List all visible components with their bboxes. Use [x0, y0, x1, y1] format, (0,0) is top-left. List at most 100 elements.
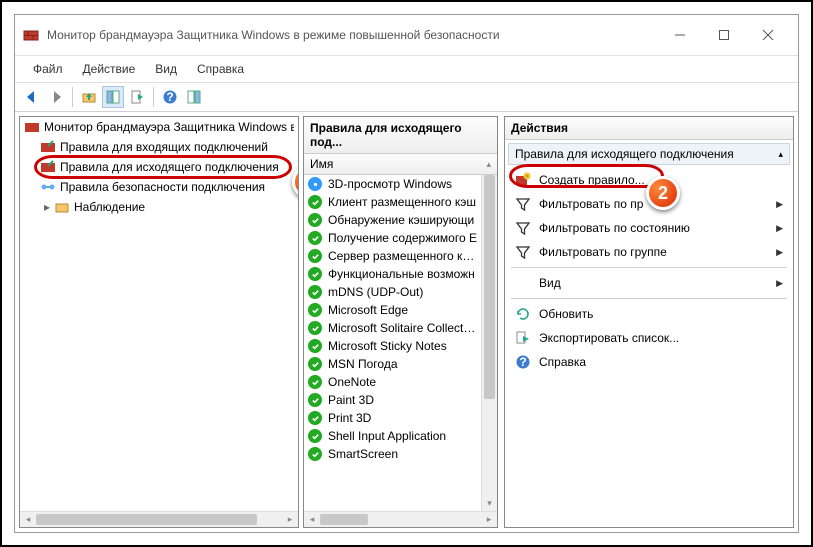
expand-icon[interactable]: ▸	[40, 200, 54, 214]
tree-label: Монитор брандмауэра Защитника Windows в	[44, 120, 294, 134]
filter-icon	[515, 220, 531, 236]
rule-row[interactable]: MSN Погода	[304, 355, 481, 373]
action-label: Фильтровать по состоянию	[539, 221, 690, 235]
tree-inbound-rules[interactable]: Правила для входящих подключений	[20, 137, 298, 157]
check-icon	[308, 231, 322, 245]
show-hide-tree-button[interactable]	[102, 86, 124, 108]
rule-row[interactable]: Функциональные возможн	[304, 265, 481, 283]
menu-help[interactable]: Справка	[187, 58, 254, 80]
action-label: Фильтровать по пр	[539, 197, 643, 211]
column-name: Имя	[310, 157, 333, 171]
export-button[interactable]	[126, 86, 148, 108]
rules-list: 3D-просмотр Windows Клиент размещенного к…	[304, 175, 497, 511]
actions-section-text: Правила для исходящего подключения	[515, 147, 734, 161]
menu-view[interactable]: Вид	[145, 58, 187, 80]
action-filter-group[interactable]: Фильтровать по группе ▶	[505, 240, 793, 264]
up-folder-button[interactable]	[78, 86, 100, 108]
submenu-arrow-icon: ▶	[776, 199, 783, 210]
action-export[interactable]: Экспортировать список...	[505, 326, 793, 350]
svg-text:?: ?	[519, 355, 526, 369]
rule-row[interactable]: Microsoft Solitaire Collection	[304, 319, 481, 337]
scroll-left-icon[interactable]: ◂	[20, 512, 36, 527]
check-icon	[308, 375, 322, 389]
rule-row[interactable]: Сервер размещенного кэш	[304, 247, 481, 265]
scroll-up-icon[interactable]: ▴	[486, 159, 491, 170]
check-icon	[308, 303, 322, 317]
action-label: Вид	[539, 276, 561, 290]
menu-action[interactable]: Действие	[73, 58, 146, 80]
rules-pane: Правила для исходящего под... Имя ▴ 3D-п…	[303, 116, 498, 528]
rule-row[interactable]: Получение содержимого E	[304, 229, 481, 247]
check-icon	[308, 357, 322, 371]
check-icon	[308, 267, 322, 281]
svg-text:?: ?	[166, 90, 173, 104]
step-badge-2: 2	[646, 176, 680, 210]
rule-row[interactable]: Клиент размещенного кэш	[304, 193, 481, 211]
rule-row[interactable]: Microsoft Edge	[304, 301, 481, 319]
action-help[interactable]: ? Справка	[505, 350, 793, 374]
rule-row[interactable]: Обнаружение кэширующи	[304, 211, 481, 229]
rules-header-text: Правила для исходящего под...	[310, 121, 491, 149]
forward-button[interactable]	[45, 86, 67, 108]
outbound-icon	[40, 159, 56, 175]
maximize-button[interactable]	[702, 21, 746, 49]
check-icon	[308, 285, 322, 299]
back-button[interactable]	[21, 86, 43, 108]
tree-monitoring[interactable]: ▸ Наблюдение	[20, 197, 298, 217]
vertical-scrollbar[interactable]: ▾	[481, 175, 497, 511]
scroll-down-icon[interactable]: ▾	[482, 495, 497, 511]
collapse-icon[interactable]: ▴	[778, 149, 783, 160]
submenu-arrow-icon: ▶	[776, 247, 783, 258]
actions-section-header: Правила для исходящего подключения ▴	[508, 143, 790, 165]
rule-row[interactable]: Paint 3D	[304, 391, 481, 409]
check-icon	[308, 195, 322, 209]
rule-row[interactable]: Print 3D	[304, 409, 481, 427]
rules-header: Правила для исходящего под...	[304, 117, 497, 154]
separator	[72, 87, 73, 107]
tree-connection-security[interactable]: Правила безопасности подключения	[20, 177, 298, 197]
horizontal-scrollbar[interactable]: ◂ ▸	[304, 511, 497, 527]
show-hide-actions-button[interactable]	[183, 86, 205, 108]
actions-header: Действия	[505, 117, 793, 140]
rule-icon	[308, 177, 322, 191]
action-view[interactable]: Вид ▶	[505, 271, 793, 295]
filter-icon	[515, 196, 531, 212]
rule-row[interactable]: mDNS (UDP-Out)	[304, 283, 481, 301]
rule-name: Клиент размещенного кэш	[328, 195, 476, 209]
filter-icon	[515, 244, 531, 260]
rule-row[interactable]: Shell Input Application	[304, 427, 481, 445]
rule-name: Microsoft Sticky Notes	[328, 339, 447, 353]
rule-row[interactable]: Microsoft Sticky Notes	[304, 337, 481, 355]
help-button[interactable]: ?	[159, 86, 181, 108]
app-icon	[23, 27, 39, 43]
rule-name: Сервер размещенного кэш	[328, 249, 477, 263]
rule-row[interactable]: SmartScreen	[304, 445, 481, 463]
tree-outbound-rules[interactable]: Правила для исходящего подключения	[20, 157, 298, 177]
menu-file[interactable]: Файл	[23, 58, 73, 80]
scroll-right-icon[interactable]: ▸	[481, 512, 497, 527]
minimize-button[interactable]	[658, 21, 702, 49]
scroll-right-icon[interactable]: ▸	[282, 512, 298, 527]
close-button[interactable]	[746, 21, 790, 49]
rule-name: OneNote	[328, 375, 376, 389]
rules-column-header[interactable]: Имя ▴	[304, 154, 497, 175]
divider	[511, 267, 787, 268]
tree-root[interactable]: Монитор брандмауэра Защитника Windows в	[20, 117, 298, 137]
action-refresh[interactable]: Обновить	[505, 302, 793, 326]
rule-row[interactable]: 3D-просмотр Windows	[304, 175, 481, 193]
check-icon	[308, 411, 322, 425]
horizontal-scrollbar[interactable]: ◂ ▸	[20, 511, 298, 527]
new-rule-icon	[515, 172, 531, 188]
toolbar: ?	[15, 83, 798, 112]
tree-pane: Монитор брандмауэра Защитника Windows в …	[19, 116, 299, 528]
action-filter-state[interactable]: Фильтровать по состоянию ▶	[505, 216, 793, 240]
separator	[153, 87, 154, 107]
export-icon	[515, 330, 531, 346]
rule-row[interactable]: OneNote	[304, 373, 481, 391]
action-label: Экспортировать список...	[539, 331, 679, 345]
scroll-left-icon[interactable]: ◂	[304, 512, 320, 527]
firewall-window: Монитор брандмауэра Защитника Windows в …	[14, 14, 799, 533]
rule-name: Функциональные возможн	[328, 267, 475, 281]
action-label: Фильтровать по группе	[539, 245, 667, 259]
submenu-arrow-icon: ▶	[776, 278, 783, 289]
